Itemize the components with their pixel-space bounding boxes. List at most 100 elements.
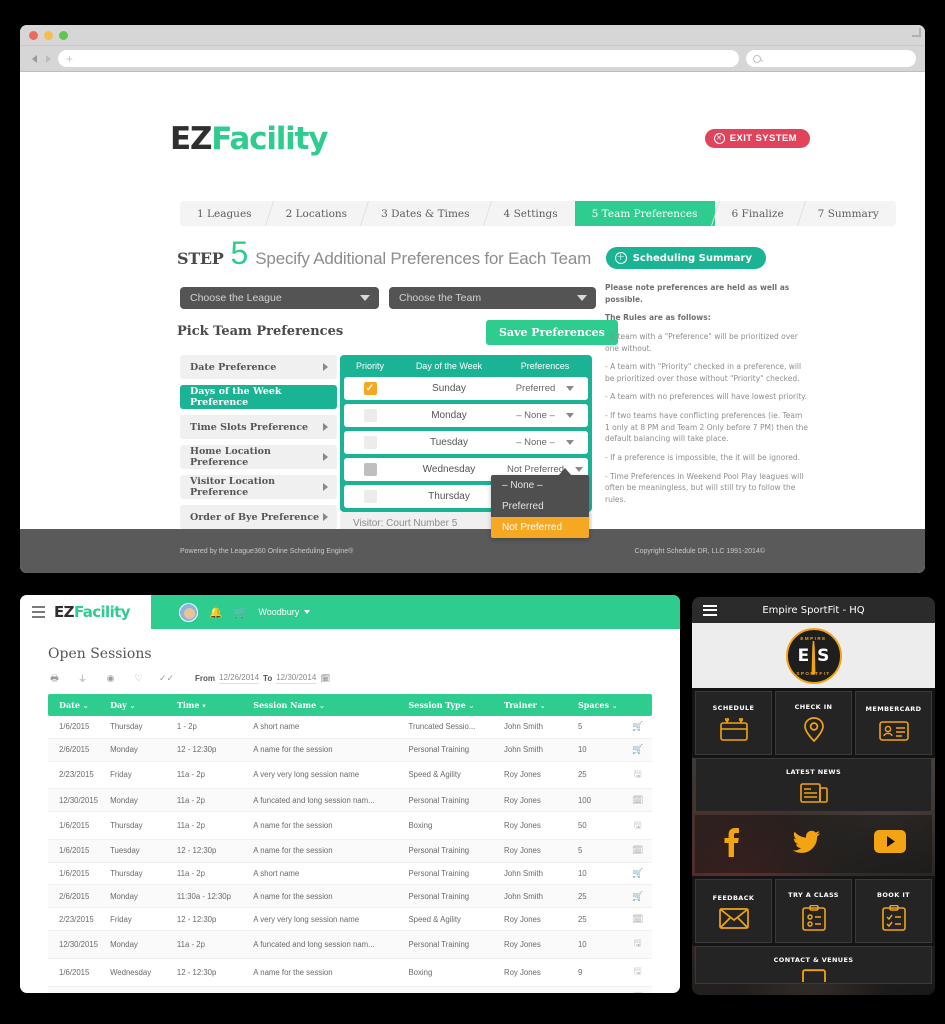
tab-team-preferences[interactable]: 5 Team Preferences [574, 201, 715, 226]
window-controls[interactable] [29, 31, 68, 40]
tile-book-it[interactable]: BOOK IT [855, 879, 932, 943]
table-row[interactable]: 2/23/2015 Friday 11a - 2p A very very long … [48, 761, 652, 790]
column-header-time[interactable]: Time ▾ [176, 694, 254, 716]
table-row[interactable]: ✓ Sunday Preferred [344, 377, 588, 400]
facebook-icon[interactable] [721, 827, 741, 862]
table-row[interactable]: Monday – None – [344, 404, 588, 427]
cart-icon[interactable]: 🛒 [632, 744, 643, 754]
calendar-icon[interactable]: 🗓 [632, 992, 643, 993]
new-tab-icon[interactable]: + [66, 53, 73, 65]
dropdown-option-none[interactable]: – None – [491, 475, 589, 496]
avatar[interactable] [179, 602, 198, 622]
maximize-window-icon[interactable] [59, 31, 68, 40]
browser-search-input[interactable] [746, 50, 916, 67]
minimize-window-icon[interactable] [44, 31, 53, 40]
table-row[interactable]: 12/30/2015 Monday 11a - 2p A funcated and l… [48, 788, 652, 813]
calendar-icon[interactable]: 🗓 [632, 914, 643, 924]
address-bar[interactable]: + [58, 50, 739, 67]
eye-icon[interactable]: ◉ [104, 672, 117, 685]
twitter-icon[interactable] [793, 830, 821, 859]
table-row[interactable]: 12/30/2015 Monday 11a - 2p A funcated and l… [48, 930, 652, 959]
sidebar-item-order-of-bye-preference[interactable]: Order of Bye Preference [180, 505, 337, 529]
preference-dropdown-menu[interactable]: – None – Preferred Not Preferred [491, 475, 589, 538]
forward-icon[interactable] [46, 54, 51, 63]
table-row[interactable]: 1/6/2015Thursday12 - 12:30pA name for th… [48, 986, 652, 993]
resize-handle-icon[interactable] [912, 28, 921, 37]
tab-leagues[interactable]: 1 Leagues [180, 201, 269, 226]
save-preferences-button[interactable]: Save Preferences [486, 320, 618, 345]
calendar-icon[interactable]: 🗓 [632, 795, 643, 805]
sidebar-item-days-of-week-preference[interactable]: Days of the Week Preference [180, 385, 337, 409]
tab-settings[interactable]: 4 Settings [486, 201, 575, 226]
priority-checkbox[interactable] [363, 436, 377, 449]
table-row[interactable]: 1/6/2015 Wednesday 12 - 12:30p A name for t… [48, 958, 652, 987]
tab-summary[interactable]: 7 Summary [800, 201, 896, 226]
step-tabs[interactable]: 1 Leagues 2 Locations 3 Dates & Times 4 … [180, 201, 896, 226]
scheduling-summary-button[interactable]: + Scheduling Summary [605, 247, 766, 269]
sidebar-item-home-location-preference[interactable]: Home Location Preference [180, 445, 337, 469]
table-row[interactable]: 2/23/2015 Friday 12 - 12:30p A very very lo… [48, 907, 652, 932]
save-icon[interactable]: 🖫 [634, 820, 642, 830]
preference-select[interactable]: – None – [502, 437, 588, 448]
priority-checkbox[interactable] [363, 490, 377, 503]
tab-dates-times[interactable]: 3 Dates & Times [364, 201, 487, 226]
save-icon[interactable]: 🖫 [634, 938, 642, 948]
priority-checkbox[interactable] [363, 409, 377, 422]
dropdown-option-preferred[interactable]: Preferred [491, 496, 589, 517]
table-row[interactable]: 1/6/2015 Tuesday 12 - 12:30p A name for the… [48, 839, 652, 863]
preference-select[interactable]: Preferred [502, 383, 588, 394]
sidebar-item-visitor-location-preference[interactable]: Visitor Location Preference [180, 475, 337, 499]
tile-latest-news[interactable]: LATEST NEWS [695, 758, 932, 812]
dropdown-option-not-preferred[interactable]: Not Preferred [491, 517, 589, 538]
save-icon[interactable]: 🖫 [634, 769, 642, 779]
column-header-date[interactable]: Date ⌄ [48, 694, 111, 716]
cart-icon[interactable]: 🛒 [632, 868, 643, 878]
column-header-trainer[interactable]: Trainer ⌄ [503, 694, 578, 716]
location-dropdown[interactable]: Woodbury [258, 607, 311, 617]
save-icon[interactable]: 🖫 [634, 966, 642, 976]
back-icon[interactable] [32, 54, 37, 63]
cart-icon[interactable]: 🛒 [632, 721, 643, 731]
preference-select[interactable]: – None – [502, 410, 588, 421]
column-header-spaces[interactable]: Spaces ⌄ [577, 694, 624, 716]
tab-locations[interactable]: 2 Locations [268, 201, 365, 226]
tile-contact-venues[interactable]: CONTACT & VENUES [695, 946, 932, 984]
table-row[interactable]: 2/6/2015 Monday 11:30a - 12:30p A name for … [48, 884, 652, 909]
tile-feedback[interactable]: FEEDBACK [695, 879, 772, 943]
nav-arrows[interactable] [29, 54, 51, 63]
table-row[interactable]: Tuesday – None – [344, 431, 588, 454]
filter-icon[interactable]: ⏚ [76, 672, 89, 685]
preference-select-open[interactable]: Not Preferred [502, 464, 588, 475]
hamburger-menu-icon[interactable] [703, 604, 717, 616]
table-row[interactable]: 1/6/2015 Thursday 11a - 2p A name for the s… [48, 811, 652, 840]
tile-schedule[interactable]: SCHEDULE [695, 691, 772, 755]
tile-check-in[interactable]: CHECK IN [775, 691, 852, 755]
close-window-icon[interactable] [29, 31, 38, 40]
table-row[interactable]: 1/6/2015 Thursday 11a - 2p A short name Pers… [48, 862, 652, 886]
column-header-session-type[interactable]: Session Type ⌄ [408, 694, 504, 716]
cart-icon[interactable]: 🛒 [632, 891, 643, 901]
check-all-icon[interactable]: ✓✓ [159, 672, 174, 685]
column-header-session-name[interactable]: Session Name ⌄ [253, 694, 409, 716]
exit-system-button[interactable]: ✕ EXIT SYSTEM [704, 129, 810, 148]
print-icon[interactable]: 🖶 [48, 672, 61, 685]
tile-membercard[interactable]: MEMBERCARD [855, 691, 932, 755]
table-row[interactable]: 2/6/2015 Monday 12 - 12:30p A name for the … [48, 738, 652, 762]
tile-try-a-class[interactable]: TRY A CLASS [775, 879, 852, 943]
bell-icon[interactable]: 🔔 [209, 606, 223, 619]
youtube-icon[interactable] [873, 830, 906, 858]
team-select[interactable]: Choose the Team [389, 287, 596, 309]
priority-checkbox[interactable] [363, 463, 377, 476]
calendar-icon[interactable]: 🗓 [320, 674, 330, 683]
sidebar-item-time-slots-preference[interactable]: Time Slots Preference [180, 415, 337, 439]
hamburger-menu-icon[interactable] [32, 606, 45, 618]
cart-icon[interactable]: 🛒 [234, 606, 248, 619]
calendar-icon[interactable]: 🗓 [632, 845, 643, 855]
column-header-day[interactable]: Day ⌄ [110, 694, 177, 716]
league-select[interactable]: Choose the League [180, 287, 379, 309]
sidebar-item-date-preference[interactable]: Date Preference [180, 355, 337, 379]
to-date-input[interactable]: 12/30/2014 [276, 673, 317, 684]
tab-finalize[interactable]: 6 Finalize [714, 201, 801, 226]
table-row[interactable]: 1/6/2015 Thursday 1 - 2p A short name Trunca… [48, 716, 652, 739]
from-date-input[interactable]: 12/26/2014 [219, 673, 260, 684]
